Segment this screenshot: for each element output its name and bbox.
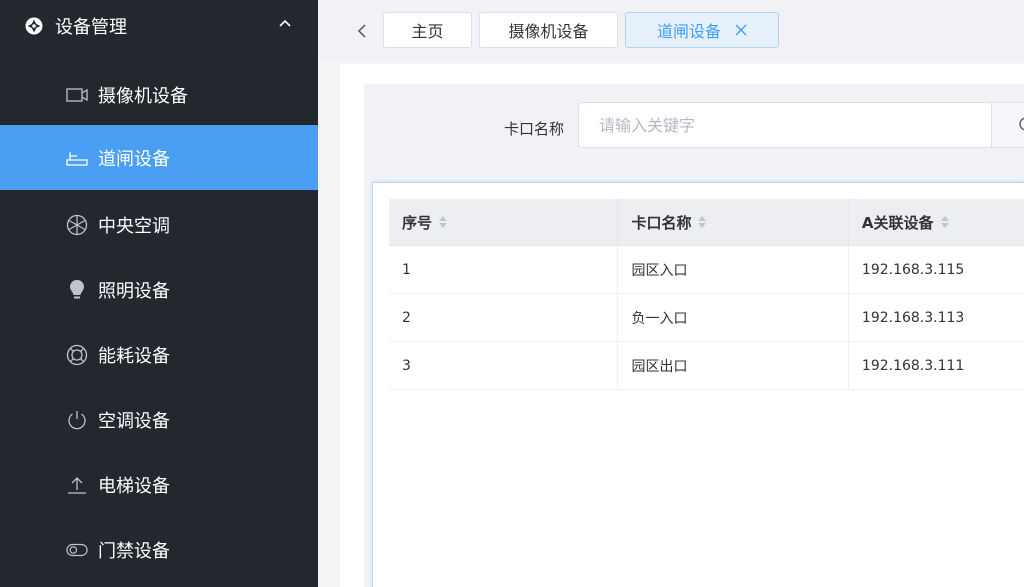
sidebar-item-label: 门禁设备: [98, 540, 170, 562]
sidebar-item-label: 电梯设备: [98, 475, 170, 497]
sidebar-item-ac-devices[interactable]: 空调设备: [0, 387, 318, 452]
fan-icon: [66, 214, 88, 236]
sidebar-item-access-control-devices[interactable]: 门禁设备: [0, 517, 318, 582]
sidebar-item-label: 道闸设备: [98, 148, 170, 170]
power-icon: [66, 409, 88, 431]
main-area: 主页 摄像机设备 道闸设备 卡口名称 请输入关键字 序号 卡口名称 A关联设备 …: [318, 0, 1024, 587]
search-icon: [1018, 116, 1024, 134]
camera-icon: [66, 84, 88, 106]
sidebar-item-central-ac[interactable]: 中央空调: [0, 192, 318, 257]
search-input[interactable]: [578, 102, 991, 148]
upload-icon: [66, 474, 88, 496]
sidebar-item-barrier-gate-devices[interactable]: 道闸设备: [0, 125, 318, 190]
menu-header-title: 设备管理: [55, 17, 127, 38]
data-table: 序号 卡口名称 A关联设备 1 园区入口 192.168.3.115 2 负一入…: [389, 199, 1024, 390]
settings-gear-icon: [24, 16, 44, 36]
sidebar: 设备管理 摄像机设备 道闸设备 中央空调 照明设备 能耗设备 空调设备 电梯设备…: [0, 0, 318, 587]
table-row[interactable]: 1 园区入口 192.168.3.115: [389, 246, 1024, 294]
chevron-left-icon[interactable]: [354, 22, 372, 40]
tab-home[interactable]: 主页: [383, 12, 472, 48]
sidebar-item-label: 能耗设备: [98, 345, 170, 367]
tab-barrier-gate-devices[interactable]: 道闸设备: [625, 12, 779, 48]
tabs-bar: 主页 摄像机设备 道闸设备: [318, 0, 1024, 62]
table-card: 序号 卡口名称 A关联设备 1 园区入口 192.168.3.115 2 负一入…: [372, 182, 1024, 587]
tab-label: 摄像机设备: [508, 22, 589, 41]
table-header: 序号 卡口名称 A关联设备: [389, 199, 1024, 246]
barrier-gate-icon: [66, 147, 88, 169]
table-row[interactable]: 2 负一入口 192.168.3.113: [389, 294, 1024, 342]
tab-camera-devices[interactable]: 摄像机设备: [479, 12, 618, 48]
column-header-label: 卡口名称: [631, 213, 692, 232]
column-header-label: A关联设备: [861, 213, 934, 232]
sidebar-item-camera-devices[interactable]: 摄像机设备: [0, 62, 318, 127]
toggle-icon: [66, 539, 88, 561]
sidebar-item-label: 照明设备: [98, 280, 170, 302]
sort-icon[interactable]: [697, 215, 707, 229]
lifebuoy-icon: [66, 344, 88, 366]
search-label: 卡口名称: [504, 120, 565, 138]
device-panel: 卡口名称 序号: [364, 84, 1024, 587]
close-icon[interactable]: [735, 24, 747, 36]
cell-linked-device: 192.168.3.111: [861, 357, 965, 374]
chevron-up-icon[interactable]: [278, 16, 292, 35]
sidebar-item-elevator-devices[interactable]: 电梯设备: [0, 452, 318, 517]
device-management-menu-header[interactable]: 设备管理: [0, 0, 318, 52]
bulb-icon: [66, 279, 88, 301]
cell-checkpoint-name: 园区入口: [618, 246, 849, 293]
cell-index: 1: [389, 246, 619, 293]
cell-linked-device: 192.168.3.115: [861, 261, 965, 278]
content-area: 卡口名称 序号: [340, 64, 1024, 587]
sidebar-item-energy-devices[interactable]: 能耗设备: [0, 322, 318, 387]
column-header-linked-device-a[interactable]: A关联设备: [849, 199, 1024, 245]
sidebar-item-label: 摄像机设备: [98, 85, 188, 107]
column-header-label: 序号: [402, 213, 433, 232]
sort-icon[interactable]: [438, 215, 448, 229]
sidebar-item-lighting-devices[interactable]: 照明设备: [0, 257, 318, 322]
column-header-checkpoint-name[interactable]: 卡口名称: [618, 199, 849, 245]
table-row[interactable]: 3 园区出口 192.168.3.111: [389, 342, 1024, 390]
tab-label: 主页: [411, 22, 444, 41]
cell-index: 3: [389, 342, 619, 389]
tab-label: 道闸设备: [656, 22, 721, 41]
cell-checkpoint-name: 园区出口: [618, 342, 849, 389]
cell-checkpoint-name: 负一入口: [618, 294, 849, 341]
cell-linked-device: 192.168.3.113: [861, 309, 965, 326]
search-button[interactable]: [991, 102, 1024, 148]
sidebar-item-label: 空调设备: [98, 410, 170, 432]
sidebar-item-label: 中央空调: [98, 215, 170, 237]
sort-icon[interactable]: [940, 215, 950, 229]
column-header-index[interactable]: 序号: [389, 199, 619, 245]
cell-index: 2: [389, 294, 619, 341]
